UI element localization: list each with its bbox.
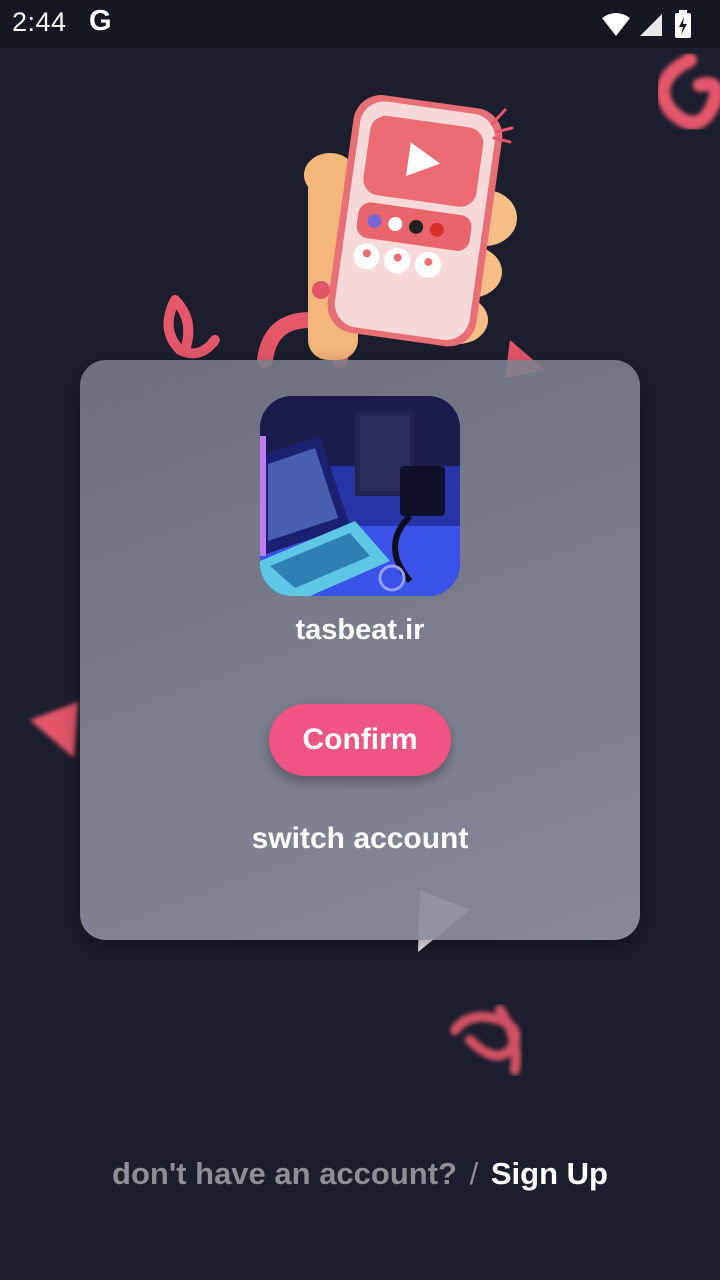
status-icons	[602, 10, 691, 38]
account-card: tasbeat.ir Confirm switch account	[80, 360, 640, 940]
phone-button-dot	[312, 281, 330, 299]
ribbon-squiggle	[656, 53, 720, 130]
cell-signal-icon	[640, 14, 662, 36]
account-avatar[interactable]	[260, 396, 460, 596]
account-name: tasbeat.ir	[295, 614, 425, 646]
status-bar: 2:44 G	[0, 0, 720, 48]
battery-charging-icon	[675, 10, 691, 38]
signup-prompt: don't have an account?	[112, 1156, 457, 1191]
wifi-icon	[602, 13, 630, 36]
ribbon-squiggle	[163, 295, 220, 359]
ribbon-squiggle	[450, 1005, 521, 1075]
footer-separator: /	[469, 1156, 479, 1191]
status-time: 2:44	[12, 7, 67, 37]
google-icon: G	[89, 5, 112, 37]
triangle-shape	[30, 702, 78, 758]
desk-photo	[260, 396, 460, 596]
switch-account-link[interactable]: switch account	[80, 822, 640, 856]
sign-up-link[interactable]: Sign Up	[491, 1156, 608, 1191]
confirm-button[interactable]: Confirm	[269, 704, 451, 776]
signup-footer: don't have an account? / Sign Up	[0, 1156, 720, 1192]
